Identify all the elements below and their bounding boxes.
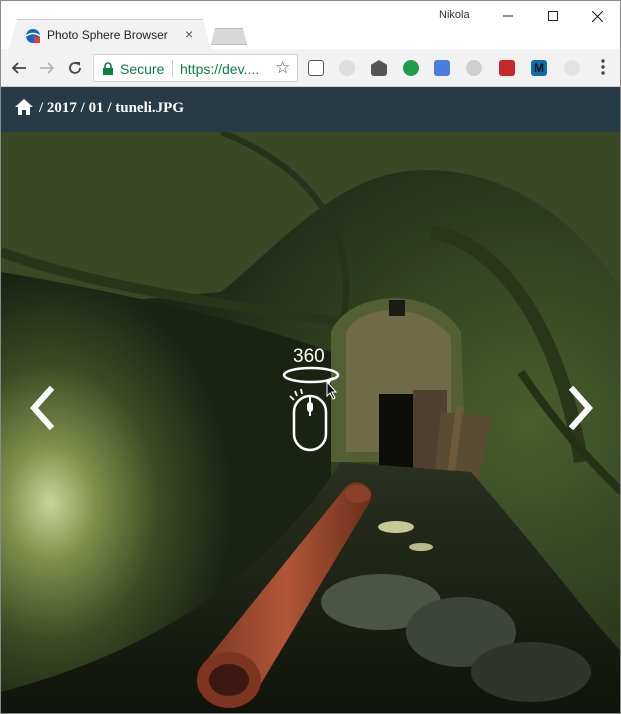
breadcrumb[interactable]: / 2017 / 01 / tuneli.JPG xyxy=(39,100,184,117)
favicon-icon xyxy=(25,29,41,43)
new-tab-button[interactable] xyxy=(211,28,247,45)
minimize-button[interactable] xyxy=(485,1,530,31)
extension-mail-icon[interactable] xyxy=(371,60,387,76)
extension-circle-icon[interactable] xyxy=(564,60,580,76)
browser-toolbar: Secure https://dev.... ☆ M xyxy=(1,49,620,87)
photo-sphere-viewer[interactable]: 360 xyxy=(1,132,620,713)
extension-m-icon[interactable]: M xyxy=(531,60,547,76)
close-window-button[interactable] xyxy=(575,1,620,31)
url-text[interactable]: https://dev.... xyxy=(180,61,259,77)
title-bar: Photo Sphere Browser × Nikola xyxy=(1,1,620,49)
maximize-button[interactable] xyxy=(530,1,575,31)
next-arrow-icon[interactable] xyxy=(567,386,597,430)
star-icon[interactable]: ☆ xyxy=(275,58,290,78)
extension-green-bubble-icon[interactable] xyxy=(403,60,419,76)
drag-hint: 360 xyxy=(281,344,346,454)
tab-photo-sphere-browser[interactable]: Photo Sphere Browser × xyxy=(9,19,211,49)
close-icon xyxy=(592,10,603,22)
menu-icon[interactable] xyxy=(601,58,605,76)
extension-grey-icon[interactable] xyxy=(466,60,482,76)
address-bar[interactable]: Secure https://dev.... ☆ xyxy=(93,54,298,82)
reload-icon xyxy=(69,62,81,74)
back-button[interactable] xyxy=(7,56,31,80)
security-label: Secure xyxy=(120,61,165,77)
forward-button[interactable] xyxy=(35,56,59,80)
lock-icon xyxy=(103,62,113,75)
extension-clock-icon[interactable] xyxy=(339,60,355,76)
prev-arrow-icon[interactable] xyxy=(26,386,56,430)
tab-title: Photo Sphere Browser xyxy=(47,28,168,42)
profile-name[interactable]: Nikola xyxy=(439,9,470,21)
reload-button[interactable] xyxy=(63,56,87,80)
extension-red-icon[interactable] xyxy=(499,60,515,76)
browser-window: Photo Sphere Browser × Nikola Secure htt… xyxy=(0,0,621,714)
home-icon[interactable] xyxy=(14,98,34,116)
extension-lightbulb-icon[interactable] xyxy=(308,60,324,76)
tab-close-icon[interactable]: × xyxy=(185,26,193,42)
back-icon xyxy=(11,62,26,74)
forward-icon xyxy=(40,62,55,74)
maximize-icon xyxy=(547,11,558,21)
mouse-drag-icon xyxy=(282,366,340,452)
extension-translate-icon[interactable] xyxy=(434,60,450,76)
app-header: / 2017 / 01 / tuneli.JPG xyxy=(1,87,620,132)
divider xyxy=(172,60,173,77)
minimize-icon xyxy=(502,15,513,17)
